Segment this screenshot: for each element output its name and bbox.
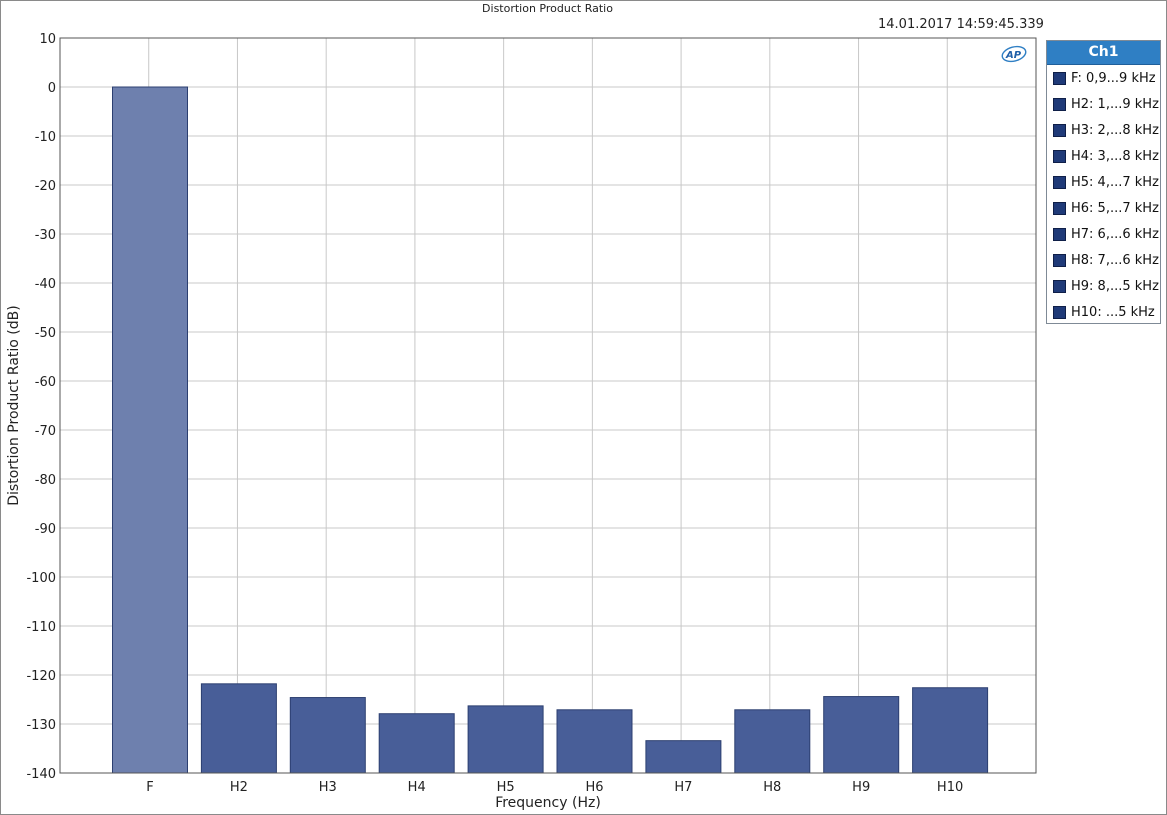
bar-h6 xyxy=(556,709,633,774)
y-tick-label: -80 xyxy=(35,473,56,488)
legend-swatch xyxy=(1053,253,1066,267)
legend-swatch xyxy=(1053,97,1066,111)
legend-swatch xyxy=(1053,71,1066,85)
legend-item[interactable]: H7: 6,...6 kHz xyxy=(1047,221,1160,247)
legend-swatch xyxy=(1053,175,1066,189)
legend-item-label: H8: 7,...6 kHz xyxy=(1071,252,1159,268)
x-tick-label: H5 xyxy=(497,780,515,795)
x-tick-label: H3 xyxy=(319,780,337,795)
legend: Ch1 F: 0,9...9 kHz H2: 1,...9 kHz H3: 2,..… xyxy=(1046,40,1161,324)
x-tick-labels: F H2 H3 H4 H5 H6 H7 H8 H9 H10 xyxy=(146,780,963,795)
bar-h3 xyxy=(289,697,366,774)
bar-h7 xyxy=(645,740,722,774)
legend-item-label: H2: 1,...9 kHz xyxy=(1071,96,1159,112)
legend-item[interactable]: H10: ...5 kHz xyxy=(1047,299,1160,325)
y-tick-label: -90 xyxy=(35,522,56,537)
y-tick-label: -70 xyxy=(35,424,56,439)
legend-item[interactable]: H4: 3,...8 kHz xyxy=(1047,143,1160,169)
y-tick-label: -40 xyxy=(35,277,56,292)
y-tick-label: 0 xyxy=(48,81,56,96)
legend-item-label: H6: 5,...7 kHz xyxy=(1071,200,1159,216)
bar-h9 xyxy=(823,696,900,774)
legend-swatch xyxy=(1053,123,1066,137)
x-tick-label: H10 xyxy=(937,780,963,795)
bar-h8 xyxy=(734,709,811,774)
legend-item[interactable]: H9: 8,...5 kHz xyxy=(1047,273,1160,299)
y-tick-label: -140 xyxy=(26,767,56,782)
legend-item-label: H7: 6,...6 kHz xyxy=(1071,226,1159,242)
legend-item-label: H10: ...5 kHz xyxy=(1071,304,1155,320)
bar-h4 xyxy=(378,713,455,774)
legend-items: F: 0,9...9 kHz H2: 1,...9 kHz H3: 2,...8 k… xyxy=(1047,65,1160,325)
legend-header: Ch1 xyxy=(1047,41,1160,65)
y-tick-label: -20 xyxy=(35,179,56,194)
bar-h5 xyxy=(467,705,544,774)
y-axis-title: Distortion Product Ratio (dB) xyxy=(6,305,22,505)
legend-item-label: H5: 4,...7 kHz xyxy=(1071,174,1159,190)
chart-plot: 10 0 -10 -20 -30 -40 -50 -60 -70 -80 -90 -100 -110 -1… xyxy=(6,32,1037,811)
y-tick-label: 10 xyxy=(39,32,56,47)
legend-item[interactable]: H3: 2,...8 kHz xyxy=(1047,117,1160,143)
grid-layer xyxy=(60,37,1036,774)
x-axis-title: Frequency (Hz) xyxy=(495,795,601,811)
legend-item-label: H9: 8,...5 kHz xyxy=(1071,278,1159,294)
y-tick-label: -120 xyxy=(26,669,56,684)
y-tick-label: -50 xyxy=(35,326,56,341)
legend-item-label: H3: 2,...8 kHz xyxy=(1071,122,1159,138)
x-tick-label: H6 xyxy=(585,780,603,795)
legend-item[interactable]: H5: 4,...7 kHz xyxy=(1047,169,1160,195)
legend-swatch xyxy=(1053,201,1066,215)
legend-item[interactable]: H8: 7,...6 kHz xyxy=(1047,247,1160,273)
y-tick-label: -10 xyxy=(35,130,56,145)
legend-item[interactable]: H6: 5,...7 kHz xyxy=(1047,195,1160,221)
legend-swatch xyxy=(1053,227,1066,241)
x-tick-label: F xyxy=(146,780,153,795)
bar-f xyxy=(112,86,188,774)
legend-item-label: F: 0,9...9 kHz xyxy=(1071,70,1156,86)
legend-item-label: H4: 3,...8 kHz xyxy=(1071,148,1159,164)
legend-item[interactable]: H2: 1,...9 kHz xyxy=(1047,91,1160,117)
x-tick-label: H4 xyxy=(408,780,426,795)
bar-h10 xyxy=(912,687,989,774)
y-tick-label: -30 xyxy=(35,228,56,243)
plot-border xyxy=(59,37,1037,774)
x-tick-label: H8 xyxy=(763,780,781,795)
bar-h2 xyxy=(200,683,277,774)
legend-item[interactable]: F: 0,9...9 kHz xyxy=(1047,65,1160,91)
y-tick-labels: 10 0 -10 -20 -30 -40 -50 -60 -70 -80 -90 -100 -110 -1… xyxy=(26,32,56,782)
y-tick-label: -100 xyxy=(26,571,56,586)
y-tick-label: -110 xyxy=(26,620,56,635)
legend-swatch xyxy=(1053,305,1066,319)
legend-swatch xyxy=(1053,149,1066,163)
legend-swatch xyxy=(1053,279,1066,293)
x-tick-label: H2 xyxy=(230,780,248,795)
y-tick-label: -130 xyxy=(26,718,56,733)
x-tick-label: H7 xyxy=(674,780,692,795)
x-tick-label: H9 xyxy=(852,780,870,795)
y-tick-label: -60 xyxy=(35,375,56,390)
